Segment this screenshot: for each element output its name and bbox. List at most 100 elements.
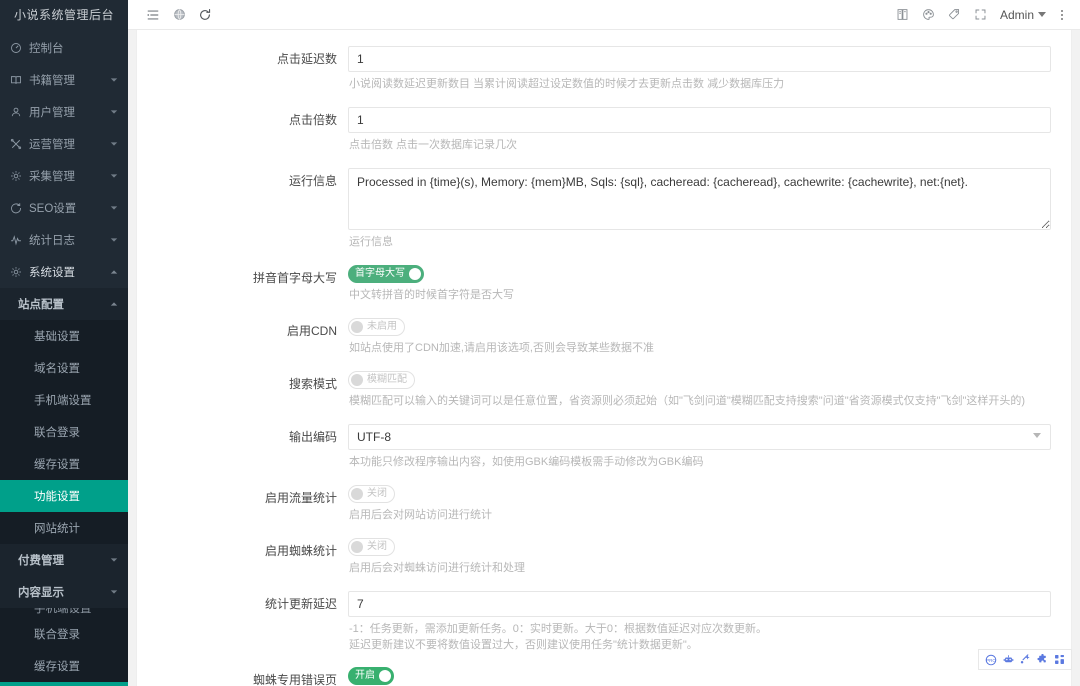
sidebar-item-a17[interactable]: 内容显示	[0, 576, 128, 608]
chart-icon	[9, 233, 23, 247]
toggle-knob	[409, 268, 421, 280]
robot-icon[interactable]	[1002, 654, 1014, 666]
toggle-knob	[351, 541, 363, 553]
tip-stat-update-delay-line2: 延迟更新建议不要将数值设置过大，否则建议使用任务"统计数据更新"。	[349, 639, 698, 651]
sidebar-item-a5[interactable]: SEO设置	[0, 192, 128, 224]
sidebar-item-a13[interactable]: 缓存设置	[0, 448, 128, 480]
label-click-delay: 点击延迟数	[276, 52, 337, 66]
field-enable-cdn: 启用CDN 未启用 如站点使用了CDN加速,请启用该选项,否则会导致某些数据不准	[153, 318, 1055, 357]
floating-tool-palette: PRO	[978, 649, 1072, 670]
fullscreen-icon[interactable]	[968, 3, 994, 27]
enable-spider-stat-toggle-label: 关闭	[367, 541, 387, 552]
user-name: Admin	[999, 7, 1034, 22]
toggle-knob	[379, 670, 391, 682]
stat-update-delay-input[interactable]	[348, 591, 1051, 617]
sidebar-item-a0[interactable]: 控制台	[0, 32, 128, 64]
sidebar-item-a15[interactable]: 网站统计	[0, 512, 128, 544]
sidebar-item-label: 缓存设置	[34, 661, 80, 673]
user-menu[interactable]: Admin	[994, 8, 1052, 22]
chevron-down-icon	[109, 556, 118, 565]
click-delay-input[interactable]	[348, 46, 1051, 72]
sidebar-item-a2[interactable]: 用户管理	[0, 96, 128, 128]
sidebar-item-a1[interactable]: 书籍管理	[0, 64, 128, 96]
sidebar-item-b1[interactable]: 缓存设置	[0, 650, 128, 682]
field-click-delay: 点击延迟数 小说阅读数延迟更新数目 当累计阅读超过设定数值的时候才去更新点击数 …	[153, 46, 1055, 93]
tip-output-encoding: 本功能只修改程序输出内容，如使用GBK编码模板需手动修改为GBK编码	[349, 456, 704, 468]
enable-spider-stat-toggle[interactable]: 关闭	[348, 538, 395, 556]
chevron-down-icon	[109, 172, 118, 181]
sidebar-item-label: 控制台	[29, 43, 64, 55]
book-icon	[9, 73, 23, 87]
seo-icon	[9, 201, 23, 215]
list-menu-icon[interactable]	[140, 3, 166, 27]
label-stat-update-delay: 统计更新延迟	[264, 597, 337, 611]
chevron-up-icon	[109, 300, 118, 309]
search-mode-toggle-label: 模糊匹配	[367, 374, 407, 385]
field-search-mode: 搜索模式 模糊匹配 模糊匹配可以输入的关键词可以是任意位置，省资源则必须起始（如…	[153, 371, 1055, 410]
sidebar-item-a11[interactable]: 手机端设置	[0, 384, 128, 416]
sidebar-item-b2[interactable]: 功能设置	[0, 682, 128, 686]
tip-enable-cdn: 如站点使用了CDN加速,请启用该选项,否则会导致某些数据不准	[349, 342, 654, 354]
user-icon	[9, 105, 23, 119]
chevron-up-icon	[109, 268, 118, 277]
book-open-icon[interactable]	[890, 3, 916, 27]
chevron-down-icon	[109, 204, 118, 213]
spider-error-page-toggle[interactable]: 开启	[348, 667, 394, 685]
field-spider-error-page: 蜘蛛专用错误页 开启 开启后使用蜘蛛专用错误页，请配置根目录spider.htm…	[153, 667, 1055, 686]
content-scroll: 点击延迟数 小说阅读数延迟更新数目 当累计阅读超过设定数值的时候才去更新点击数 …	[128, 30, 1080, 686]
sidebar-item-a16[interactable]: 付费管理	[0, 544, 128, 576]
field-enable-traffic-stat: 启用流量统计 关闭 启用后会对网站访问进行统计	[153, 485, 1055, 524]
sidebar-item-a3[interactable]: 运营管理	[0, 128, 128, 160]
magic-wand-icon[interactable]	[1019, 654, 1031, 666]
click-multiple-input[interactable]	[348, 107, 1051, 133]
pinyin-upper-toggle[interactable]: 首字母大写	[348, 265, 424, 283]
chevron-down-icon	[1038, 12, 1046, 17]
gear-icon	[9, 169, 23, 183]
dashboard-icon	[9, 41, 23, 55]
sidebar-item-label: 功能设置	[34, 491, 80, 503]
sidebar-item-label: 联合登录	[34, 629, 80, 641]
globe-icon[interactable]	[166, 3, 192, 27]
enable-traffic-stat-toggle[interactable]: 关闭	[348, 485, 395, 503]
toggle-knob	[351, 488, 363, 500]
chevron-down-icon	[109, 108, 118, 117]
run-info-textarea[interactable]: Processed in {time}(s), Memory: {mem}MB,…	[348, 168, 1051, 230]
sidebar-item-a4[interactable]: 采集管理	[0, 160, 128, 192]
label-spider-error-page: 蜘蛛专用错误页	[252, 673, 337, 686]
puzzle-icon[interactable]	[1036, 654, 1048, 666]
search-mode-toggle[interactable]: 模糊匹配	[348, 371, 415, 389]
label-enable-traffic-stat: 启用流量统计	[264, 491, 337, 505]
enable-cdn-toggle[interactable]: 未启用	[348, 318, 405, 336]
label-search-mode: 搜索模式	[288, 377, 337, 391]
sidebar-item-label: 联合登录	[34, 427, 80, 439]
refresh-icon[interactable]	[192, 3, 218, 27]
sidebar-item-a8[interactable]: 站点配置	[0, 288, 128, 320]
more-vertical-icon[interactable]	[1052, 9, 1072, 20]
settings-card: 点击延迟数 小说阅读数延迟更新数目 当累计阅读超过设定数值的时候才去更新点击数 …	[136, 30, 1072, 686]
sidebar-item-label: 基础设置	[34, 331, 80, 343]
sidebar-item-label: 付费管理	[18, 555, 64, 567]
main-area: Admin 点击延迟数 小说阅读数延迟更新数目 当累计阅读超过设定数值的时候才去…	[128, 0, 1080, 686]
label-run-info: 运行信息	[288, 174, 337, 188]
scroll-track[interactable]	[1072, 60, 1080, 686]
sidebar-item-a9[interactable]: 基础设置	[0, 320, 128, 352]
enable-cdn-toggle-label: 未启用	[367, 321, 397, 332]
sidebar-nav: 控制台书籍管理 用户管理 运营管理 采集管理 SEO设置 统计日志 系统设置 站点配置基础设置…	[0, 30, 128, 686]
sidebar-item-a6[interactable]: 统计日志	[0, 224, 128, 256]
topbar: Admin	[128, 0, 1080, 30]
tag-icon[interactable]	[942, 3, 968, 27]
sidebar-item-a12[interactable]: 联合登录	[0, 416, 128, 448]
sidebar-item-a7[interactable]: 系统设置	[0, 256, 128, 288]
sidebar-item-label: 内容显示	[18, 587, 64, 599]
field-enable-spider-stat: 启用蜘蛛统计 关闭 启用后会对蜘蛛访问进行统计和处理	[153, 538, 1055, 577]
sidebar-item-a10[interactable]: 域名设置	[0, 352, 128, 384]
label-enable-spider-stat: 启用蜘蛛统计	[264, 544, 337, 558]
sidebar-clipped-item[interactable]: 手机端设置	[0, 608, 128, 618]
field-stat-update-delay: 统计更新延迟 -1：任务更新，需添加更新任务。0：实时更新。大于0：根据数值延迟…	[153, 591, 1055, 653]
sidebar-item-b0[interactable]: 联合登录	[0, 618, 128, 650]
pro-badge-icon[interactable]: PRO	[985, 654, 997, 666]
output-encoding-select[interactable]	[348, 424, 1051, 450]
palette-icon[interactable]	[916, 3, 942, 27]
grid-icon[interactable]	[1053, 654, 1065, 666]
sidebar-item-a14[interactable]: 功能设置	[0, 480, 128, 512]
